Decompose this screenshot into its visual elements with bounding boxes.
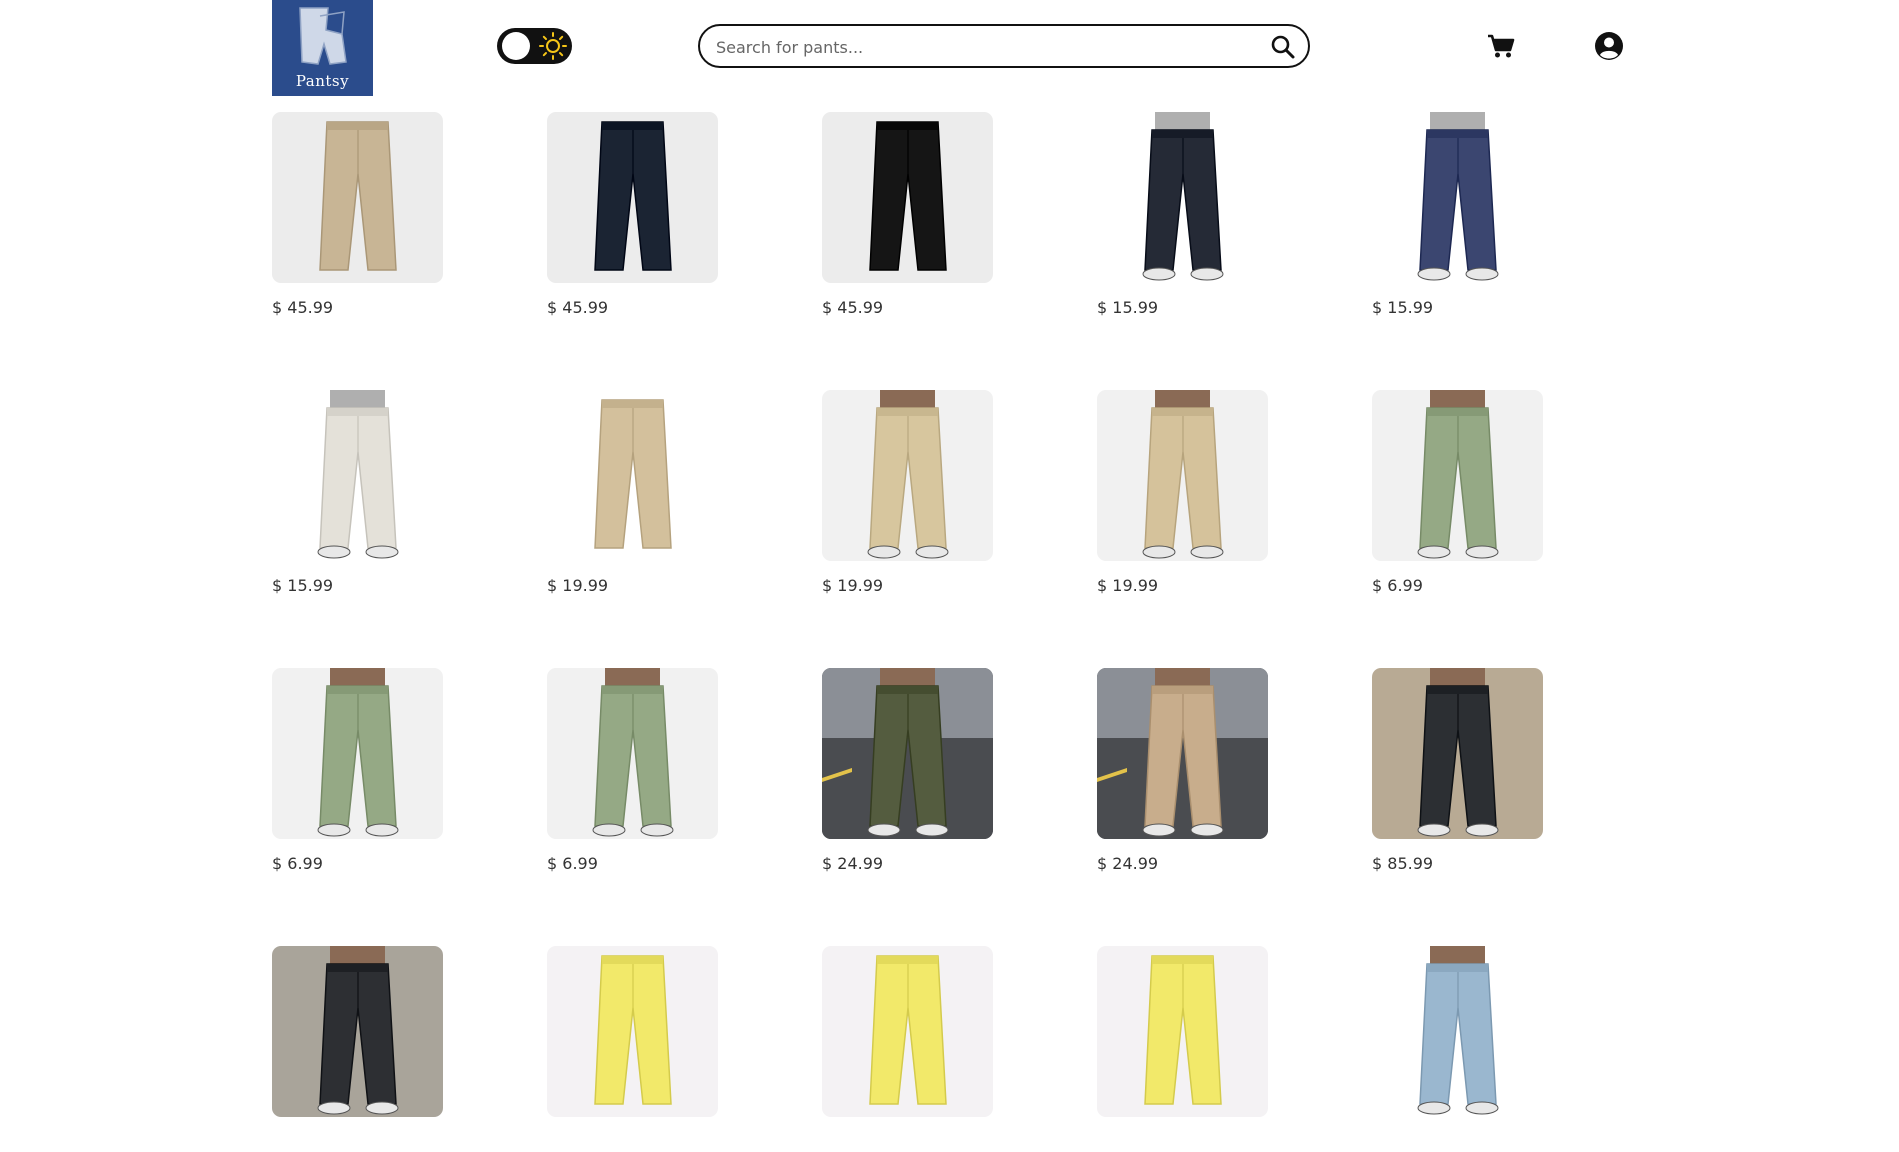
brand-logo[interactable]: Pantsy	[272, 0, 373, 96]
product-price: $ 6.99	[272, 854, 323, 873]
pants-illustration	[272, 390, 443, 561]
product-card[interactable]: $ 15.99	[1097, 112, 1268, 318]
product-image[interactable]	[1097, 668, 1268, 839]
product-price: $ 15.99	[1097, 298, 1159, 317]
pants-illustration	[822, 390, 993, 561]
product-image[interactable]	[547, 668, 718, 839]
product-card[interactable]: $ 15.99	[1372, 112, 1543, 318]
product-card[interactable]: $ 19.99	[822, 390, 993, 596]
product-card[interactable]: $ 85.99	[1372, 668, 1543, 874]
pants-illustration	[1372, 112, 1543, 283]
product-image[interactable]	[822, 112, 993, 283]
product-image[interactable]	[1097, 112, 1268, 283]
account-icon[interactable]	[1594, 31, 1624, 61]
pants-illustration	[1097, 112, 1268, 283]
product-image[interactable]	[272, 390, 443, 561]
product-price: $ 24.99	[822, 854, 884, 873]
product-card[interactable]	[1372, 946, 1543, 1152]
product-card[interactable]: $ 6.99	[1372, 390, 1543, 596]
product-image[interactable]	[272, 668, 443, 839]
pants-illustration	[822, 668, 993, 839]
product-image[interactable]	[272, 112, 443, 283]
product-image[interactable]	[1372, 112, 1543, 283]
product-card[interactable]: $ 15.99	[272, 390, 443, 596]
theme-toggle[interactable]	[497, 28, 572, 64]
pants-illustration	[547, 112, 718, 283]
product-card[interactable]: $ 6.99	[272, 668, 443, 874]
sun-icon	[539, 32, 567, 60]
product-price: $ 24.99	[1097, 854, 1159, 873]
product-card[interactable]	[547, 946, 718, 1152]
product-card[interactable]: $ 45.99	[822, 112, 993, 318]
brand-name: Pantsy	[295, 72, 350, 90]
product-price: $ 19.99	[1097, 576, 1159, 595]
pants-illustration	[272, 112, 443, 283]
pants-illustration	[822, 112, 993, 283]
product-card[interactable]: $ 6.99	[547, 668, 718, 874]
pants-illustration	[1372, 668, 1543, 839]
pants-illustration	[547, 390, 718, 561]
product-card[interactable]: $ 19.99	[1097, 390, 1268, 596]
cart-icon[interactable]	[1487, 33, 1515, 59]
product-price	[272, 1132, 443, 1152]
product-price: $ 6.99	[1372, 576, 1423, 595]
search-input[interactable]	[714, 33, 1258, 61]
product-grid: $ 45.99 $ 45.99 $ 45.99 $ 15.99 $ 15.99 …	[272, 112, 1552, 1152]
product-price	[547, 1132, 718, 1152]
pants-illustration	[272, 668, 443, 839]
product-card[interactable]	[822, 946, 993, 1152]
product-image[interactable]	[822, 390, 993, 561]
search-icon[interactable]	[1270, 34, 1296, 60]
product-image[interactable]	[822, 668, 993, 839]
pants-illustration	[1372, 390, 1543, 561]
product-price: $ 85.99	[1372, 854, 1434, 873]
product-price: $ 45.99	[547, 298, 609, 317]
toggle-knob	[502, 32, 530, 60]
product-price: $ 15.99	[1372, 298, 1434, 317]
product-image[interactable]	[1097, 390, 1268, 561]
pants-illustration	[1097, 668, 1268, 839]
product-card[interactable]: $ 19.99	[547, 390, 718, 596]
product-card[interactable]	[272, 946, 443, 1152]
product-price: $ 45.99	[822, 298, 884, 317]
product-price: $ 6.99	[547, 854, 598, 873]
product-card[interactable]: $ 24.99	[822, 668, 993, 874]
product-image[interactable]	[547, 390, 718, 561]
product-image[interactable]	[1372, 668, 1543, 839]
product-card[interactable]: $ 24.99	[1097, 668, 1268, 874]
product-price: $ 19.99	[822, 576, 884, 595]
product-price: $ 15.99	[272, 576, 334, 595]
product-image[interactable]	[547, 112, 718, 283]
product-price	[1097, 1132, 1268, 1152]
product-price	[822, 1132, 993, 1152]
product-price	[1372, 1132, 1543, 1152]
pants-illustration	[1097, 390, 1268, 561]
product-image[interactable]	[1372, 390, 1543, 561]
product-price: $ 45.99	[272, 298, 334, 317]
pants-illustration	[547, 668, 718, 839]
product-card[interactable]: $ 45.99	[272, 112, 443, 318]
product-card[interactable]: $ 45.99	[547, 112, 718, 318]
search-bar	[698, 24, 1310, 68]
product-price: $ 19.99	[547, 576, 609, 595]
product-card[interactable]	[1097, 946, 1268, 1152]
